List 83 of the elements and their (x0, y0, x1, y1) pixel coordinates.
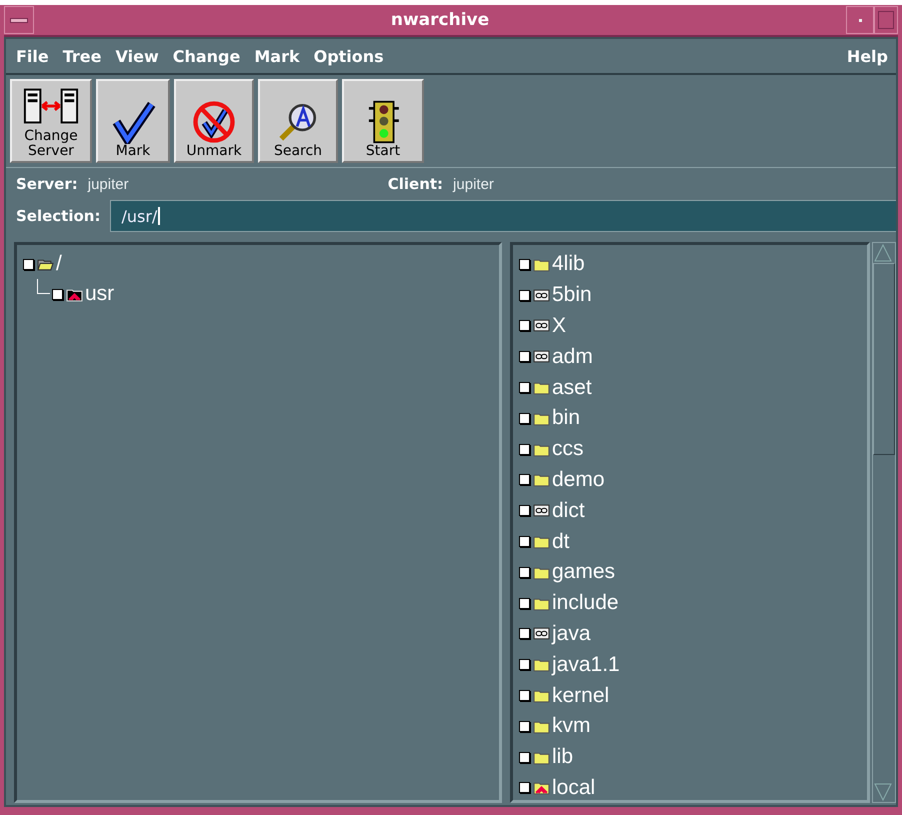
menu-item[interactable]: Mark (254, 46, 300, 66)
client-name: jupiter (453, 176, 494, 192)
link-icon (533, 288, 550, 303)
toolbar-button[interactable]: Mark (96, 79, 170, 163)
menu-item[interactable]: Change (172, 46, 240, 66)
mark-checkbox[interactable] (519, 782, 530, 794)
mark-checkbox[interactable] (519, 474, 530, 486)
scrollbar-thumb[interactable] (873, 263, 895, 455)
directory-entry[interactable]: 4lib (552, 252, 585, 276)
directory-entry[interactable]: demo (552, 468, 605, 492)
folder-icon (533, 380, 550, 396)
folder-node[interactable]: usr (85, 282, 114, 306)
client-label: Client: (388, 175, 444, 193)
folder-icon (533, 750, 550, 765)
directory-entry[interactable]: include (552, 591, 619, 616)
link-icon (533, 318, 550, 334)
server-name: jupiter (88, 176, 130, 192)
directory-entry[interactable]: adm (552, 344, 593, 369)
mark-checkbox[interactable] (519, 690, 530, 702)
open-folder-icon (37, 256, 54, 272)
mark-checkbox[interactable] (519, 659, 530, 670)
folder-icon (533, 688, 550, 704)
maximize-button[interactable] (874, 6, 898, 34)
directory-entry[interactable]: games (552, 560, 616, 584)
directory-entry[interactable]: aset (552, 376, 592, 400)
help-menu[interactable]: Help (846, 46, 888, 66)
selection-label: Selection: (16, 207, 100, 225)
mark-checkbox[interactable] (519, 444, 530, 455)
directory-entry[interactable]: local (552, 776, 596, 800)
scrollbar[interactable] (872, 242, 896, 803)
mark-checkbox[interactable] (52, 288, 63, 300)
mark-checkbox[interactable] (519, 351, 530, 362)
toolbar-button[interactable]: Unmark (174, 79, 254, 163)
folder-icon (533, 534, 550, 550)
mark-checkbox[interactable] (519, 628, 530, 640)
mark-checkbox[interactable] (519, 290, 530, 301)
folder-icon (533, 410, 550, 426)
directory-entry[interactable]: 5bin (552, 283, 592, 308)
directory-entry[interactable]: dt (552, 530, 570, 554)
mark-checkbox[interactable] (519, 752, 530, 763)
folder-icon (533, 596, 550, 611)
link-icon (533, 503, 550, 518)
directory-entry[interactable]: kernel (552, 684, 610, 708)
link-icon (533, 626, 550, 642)
window-menu-button[interactable] (4, 6, 34, 34)
toolbar-button[interactable]: Change Server (10, 79, 92, 163)
menu-item[interactable]: View (116, 46, 159, 66)
folder-icon (533, 657, 550, 672)
menu-item[interactable]: Tree (62, 46, 102, 66)
selection-field[interactable]: /usr/ (110, 200, 896, 232)
menu-item[interactable]: Options (314, 46, 384, 66)
mark-checkbox[interactable] (519, 258, 530, 270)
directory-entry[interactable]: kvm (552, 714, 590, 738)
mark-checkbox[interactable] (519, 382, 530, 394)
folder-icon (533, 442, 550, 457)
mark-checkbox[interactable] (519, 598, 530, 609)
toolbar-button[interactable]: Start (342, 79, 424, 163)
folder-icon (533, 718, 550, 734)
server-label: Server: (16, 175, 78, 193)
folder-icon (533, 256, 550, 272)
folder-node[interactable]: / (56, 252, 62, 276)
directory-entry[interactable]: java (552, 622, 591, 646)
mark-checkbox[interactable] (519, 720, 530, 732)
mark-checkbox[interactable] (519, 412, 530, 424)
mark-checkbox[interactable] (23, 258, 34, 270)
directory-entry[interactable]: X (552, 314, 566, 338)
link-icon (533, 349, 550, 364)
mark-checkbox[interactable] (519, 536, 530, 548)
window-title: nwarchive (390, 10, 490, 30)
folder-icon (533, 564, 550, 580)
menu-item[interactable]: File (16, 46, 49, 66)
restricted-folder-icon (66, 286, 83, 302)
toolbar-button[interactable]: Search (258, 79, 338, 163)
mark-checkbox[interactable] (519, 566, 530, 578)
mark-checkbox[interactable] (519, 320, 530, 332)
directory-entry[interactable]: lib (552, 745, 574, 770)
directory-entry[interactable]: dict (552, 498, 585, 523)
folder-icon (533, 472, 550, 488)
directory-entry[interactable]: ccs (552, 437, 584, 462)
restricted-folder-icon (533, 780, 550, 796)
directory-entry[interactable]: bin (552, 406, 580, 430)
mark-checkbox[interactable] (519, 505, 530, 516)
directory-entry[interactable]: java1.1 (552, 652, 620, 677)
